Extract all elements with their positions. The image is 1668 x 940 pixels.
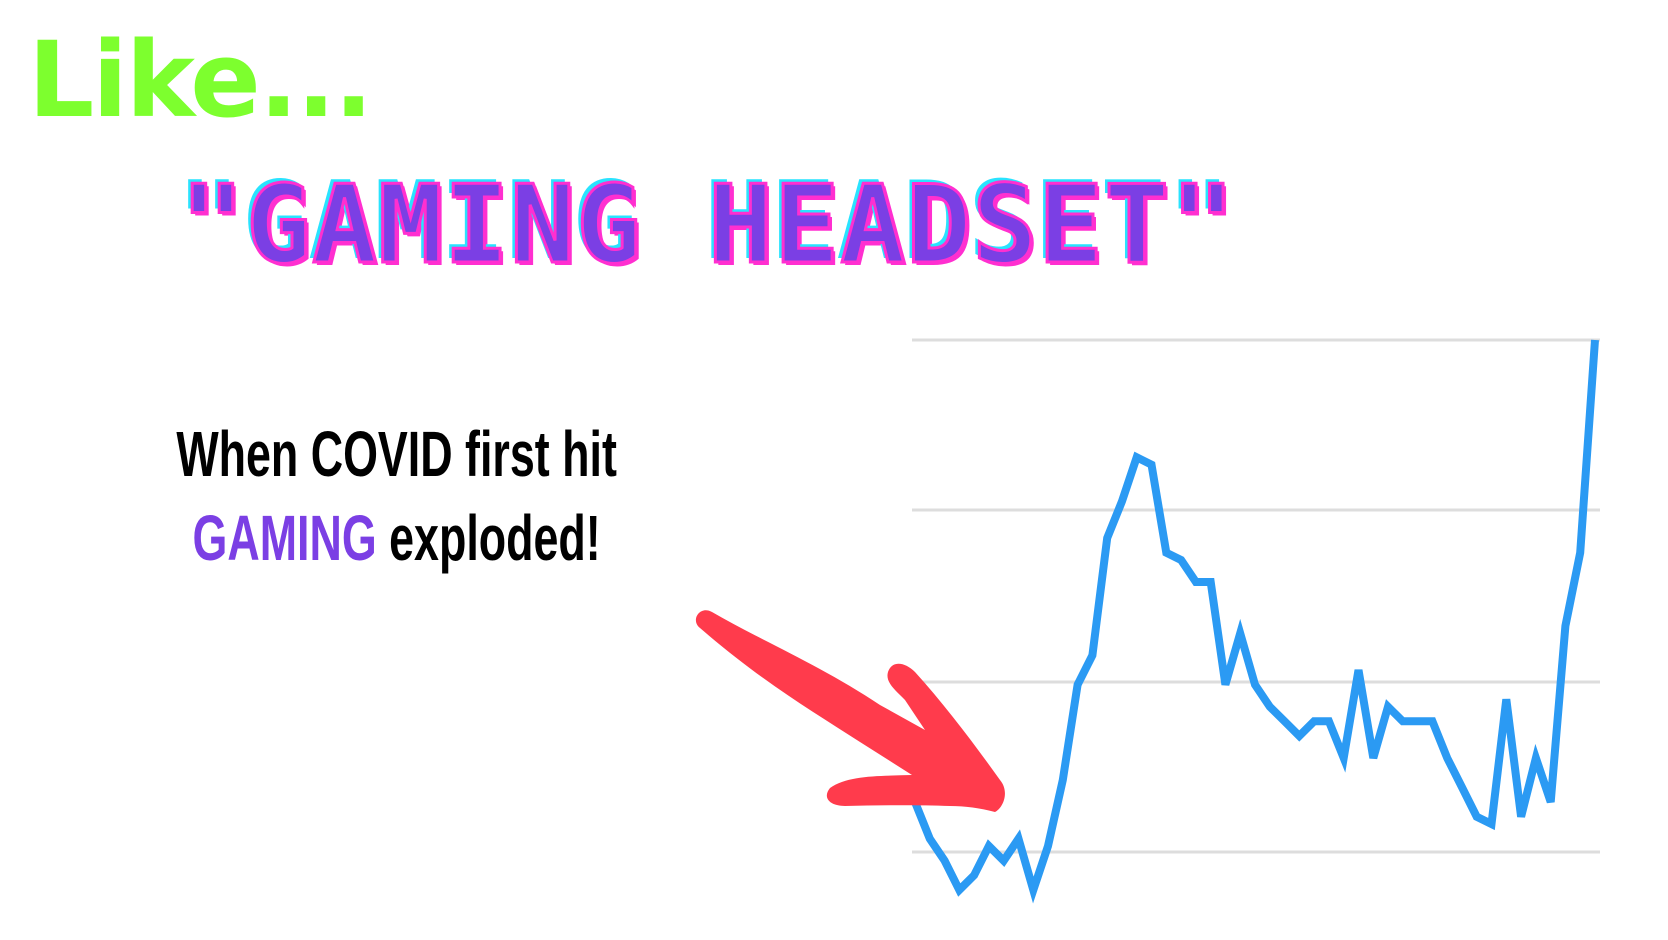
trend-line [911, 339, 1599, 904]
annotation-arrow [695, 610, 1005, 812]
trend-chart [695, 338, 1600, 904]
